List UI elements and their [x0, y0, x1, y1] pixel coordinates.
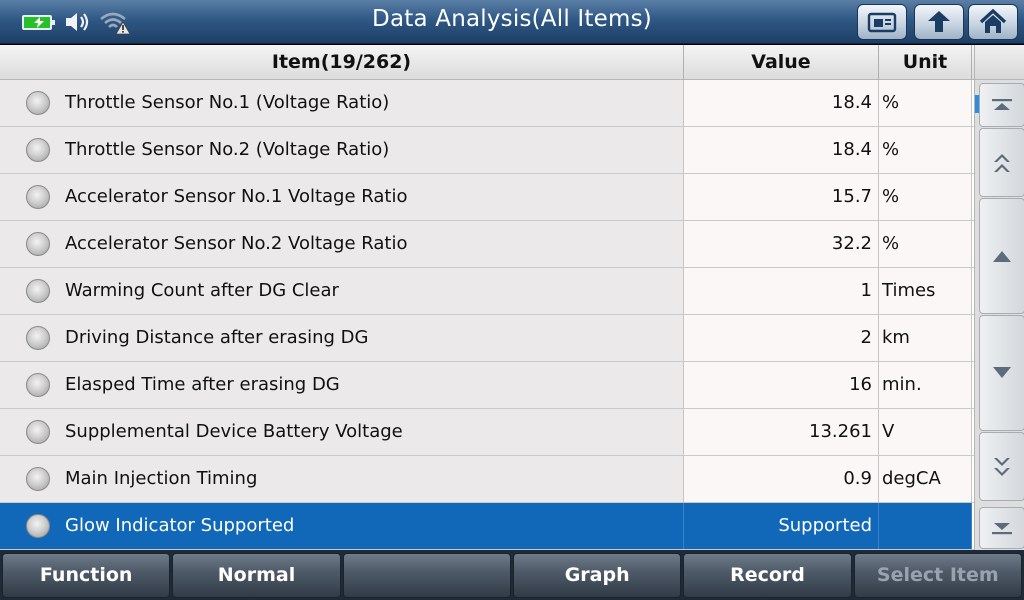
item-value: 13.261: [684, 409, 879, 455]
scroll-first-button[interactable]: [979, 83, 1024, 127]
radio-button[interactable]: [26, 326, 50, 350]
table-rows: Throttle Sensor No.1 (Voltage Ratio) 18.…: [0, 80, 974, 550]
item-name: Supplemental Device Battery Voltage: [65, 421, 403, 442]
item-unit: [879, 503, 972, 549]
item-name: Warming Count after DG Clear: [65, 280, 339, 301]
table-row[interactable]: Warming Count after DG Clear 1 Times: [0, 268, 974, 315]
page-up-button[interactable]: [979, 128, 1024, 197]
triangle-down-icon: [993, 367, 1011, 378]
radio-button[interactable]: [26, 185, 50, 209]
title-bar: Data Analysis(All Items): [0, 0, 1024, 44]
item-value: 16: [684, 362, 879, 408]
item-unit: %: [879, 221, 972, 267]
normal-button[interactable]: Normal: [172, 553, 341, 598]
home-button[interactable]: [968, 4, 1018, 40]
function-bar: Function Normal Graph Record Select Item: [0, 550, 1024, 600]
double-chevron-down-icon: [994, 457, 1010, 476]
function-button[interactable]: Function: [2, 553, 171, 598]
data-table: Item(19/262) Value Unit Throttle Sensor …: [0, 45, 974, 550]
radio-button[interactable]: [26, 373, 50, 397]
item-unit: %: [879, 80, 972, 126]
item-value: 2: [684, 315, 879, 361]
table-row[interactable]: Main Injection Timing 0.9 degCA: [0, 456, 974, 503]
table-row[interactable]: Supplemental Device Battery Voltage 13.2…: [0, 409, 974, 456]
item-name: Accelerator Sensor No.1 Voltage Ratio: [65, 186, 408, 207]
item-name: Elasped Time after erasing DG: [65, 374, 340, 395]
scroll-down-button[interactable]: [979, 315, 1024, 431]
item-value: 18.4: [684, 80, 879, 126]
radio-button[interactable]: [26, 91, 50, 115]
home-icon: [979, 8, 1007, 33]
item-name: Glow Indicator Supported: [65, 515, 295, 536]
radio-button[interactable]: [26, 467, 50, 491]
scroll-last-button[interactable]: [979, 507, 1024, 549]
scrollbar[interactable]: [974, 45, 1024, 550]
radio-button[interactable]: [26, 232, 50, 256]
scroll-to-bottom-icon: [992, 523, 1012, 535]
item-name: Throttle Sensor No.2 (Voltage Ratio): [65, 139, 390, 160]
item-value: 1: [684, 268, 879, 314]
item-value: 32.2: [684, 221, 879, 267]
table-row[interactable]: Driving Distance after erasing DG 2 km: [0, 315, 974, 362]
item-unit: km: [879, 315, 972, 361]
table-row[interactable]: Accelerator Sensor No.2 Voltage Ratio 32…: [0, 221, 974, 268]
table-row[interactable]: Throttle Sensor No.1 (Voltage Ratio) 18.…: [0, 80, 974, 127]
graph-button[interactable]: Graph: [512, 553, 682, 598]
scroll-up-button[interactable]: [979, 198, 1024, 314]
item-unit: %: [879, 174, 972, 220]
column-header-unit[interactable]: Unit: [879, 45, 972, 80]
item-name: Main Injection Timing: [65, 468, 258, 489]
item-name: Throttle Sensor No.1 (Voltage Ratio): [65, 92, 390, 113]
back-icon: [928, 11, 950, 32]
item-unit: Times: [879, 268, 972, 314]
item-unit: min.: [879, 362, 972, 408]
item-name: Driving Distance after erasing DG: [65, 327, 369, 348]
item-unit: %: [879, 127, 972, 173]
triangle-up-icon: [993, 251, 1011, 262]
item-name: Accelerator Sensor No.2 Voltage Ratio: [65, 233, 408, 254]
select-item-button[interactable]: Select Item: [853, 553, 1022, 598]
radio-button[interactable]: [26, 138, 50, 162]
scrollbar-header: [975, 45, 1024, 80]
back-button[interactable]: [914, 4, 964, 40]
item-value: 18.4: [684, 127, 879, 173]
screenshot-button[interactable]: [857, 4, 907, 40]
column-header-value[interactable]: Value: [684, 45, 879, 80]
item-unit: V: [879, 409, 972, 455]
page-down-button[interactable]: [979, 432, 1024, 501]
item-value: Supported: [684, 503, 879, 549]
table-row[interactable]: Throttle Sensor No.2 (Voltage Ratio) 18.…: [0, 127, 974, 174]
radio-button[interactable]: [26, 279, 50, 303]
table-row-selected[interactable]: Glow Indicator Supported Supported: [0, 503, 974, 550]
record-button[interactable]: Record: [683, 553, 852, 598]
item-unit: degCA: [879, 456, 972, 502]
radio-button[interactable]: [26, 514, 50, 538]
table-row[interactable]: Elasped Time after erasing DG 16 min.: [0, 362, 974, 409]
empty-button[interactable]: [342, 553, 511, 598]
double-chevron-up-icon: [994, 153, 1010, 172]
table-header: Item(19/262) Value Unit: [0, 45, 974, 80]
column-header-item[interactable]: Item(19/262): [0, 45, 684, 80]
radio-button[interactable]: [26, 420, 50, 444]
table-row[interactable]: Accelerator Sensor No.1 Voltage Ratio 15…: [0, 174, 974, 221]
item-value: 15.7: [684, 174, 879, 220]
scroll-to-top-icon: [992, 99, 1012, 110]
item-value: 0.9: [684, 456, 879, 502]
screenshot-icon: [867, 12, 897, 33]
